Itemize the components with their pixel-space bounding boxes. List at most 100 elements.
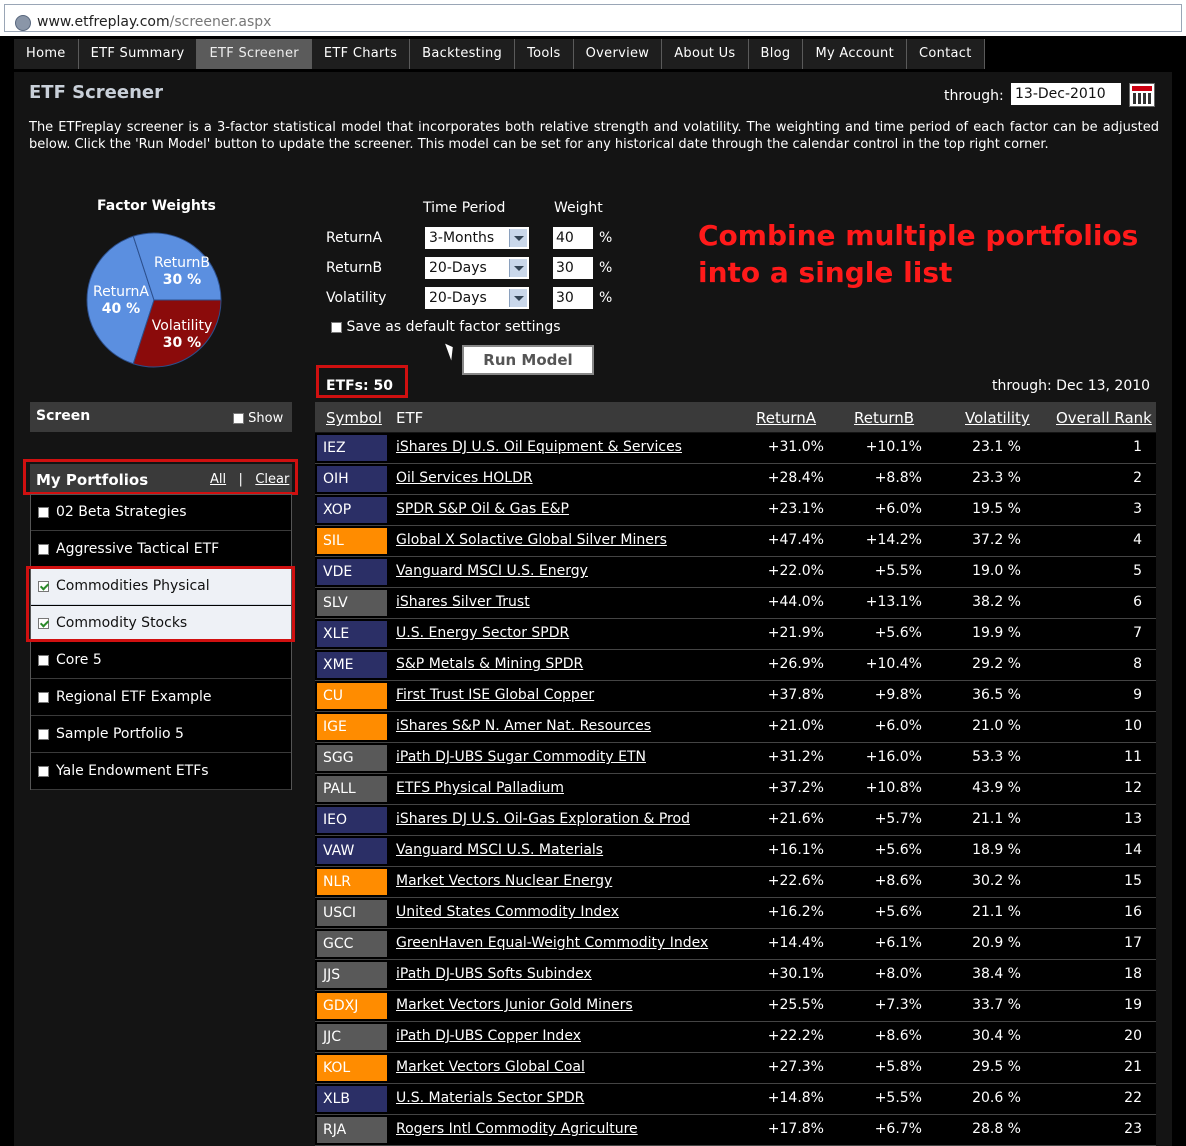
screen-show-option[interactable]: Show: [233, 411, 283, 426]
weight-input-returnA[interactable]: 40: [553, 227, 593, 249]
etf-symbol[interactable]: GDXJ: [317, 993, 387, 1019]
period-select-returnA[interactable]: 3-Months: [425, 227, 529, 249]
etf-name-link[interactable]: ETFS Physical Palladium: [396, 780, 564, 796]
table-row: IGE iShares S&P N. Amer Nat. Resources +21…: [315, 712, 1156, 743]
etf-name-link[interactable]: Vanguard MSCI U.S. Energy: [396, 563, 588, 579]
etf-name-link[interactable]: First Trust ISE Global Copper: [396, 687, 594, 703]
period-select-returnB[interactable]: 20-Days: [425, 257, 529, 279]
nav-item-my-account[interactable]: My Account: [803, 39, 907, 69]
portfolio-item[interactable]: 02 Beta Strategies: [31, 495, 291, 531]
nav-item-contact[interactable]: Contact: [906, 39, 985, 69]
table-row: RJA Rogers Intl Commodity Agriculture +17.…: [315, 1115, 1156, 1146]
etf-name-link[interactable]: iPath DJ-UBS Sugar Commodity ETN: [396, 749, 646, 765]
etf-name-link[interactable]: iShares DJ U.S. Oil Equipment & Services: [396, 439, 682, 455]
weight-input-returnB[interactable]: 30: [553, 257, 593, 279]
portfolio-item[interactable]: Aggressive Tactical ETF: [31, 532, 291, 568]
nav-item-etf-screener[interactable]: ETF Screener: [197, 39, 312, 69]
date-input[interactable]: 13-Dec-2010: [1011, 83, 1121, 105]
returnA-value: +37.8%: [767, 687, 824, 703]
portfolio-item[interactable]: Core 5: [31, 643, 291, 679]
etf-symbol[interactable]: VDE: [317, 559, 387, 585]
col-returnB[interactable]: ReturnB: [854, 409, 914, 427]
run-model-button[interactable]: Run Model: [462, 345, 594, 375]
etf-symbol[interactable]: XOP: [317, 497, 387, 523]
etf-symbol[interactable]: RJA: [317, 1117, 387, 1143]
returnA-value: +28.4%: [767, 470, 824, 486]
nav-item-etf-summary[interactable]: ETF Summary: [78, 39, 198, 69]
nav-item-backtesting[interactable]: Backtesting: [410, 39, 516, 69]
etf-name-link[interactable]: United States Commodity Index: [396, 904, 619, 920]
etf-name-link[interactable]: U.S. Energy Sector SPDR: [396, 625, 569, 641]
etf-symbol[interactable]: IEZ: [317, 435, 387, 461]
etf-symbol[interactable]: GCC: [317, 931, 387, 957]
table-row: XME S&P Metals & Mining SPDR +26.9% +10.4% 2…: [315, 650, 1156, 681]
etf-name-link[interactable]: U.S. Materials Sector SPDR: [396, 1090, 584, 1106]
etf-symbol[interactable]: VAW: [317, 838, 387, 864]
portfolio-item[interactable]: Yale Endowment ETFs: [31, 754, 291, 790]
portfolio-checkbox[interactable]: [38, 692, 49, 703]
etf-symbol[interactable]: NLR: [317, 869, 387, 895]
etf-name-link[interactable]: iPath DJ-UBS Softs Subindex: [396, 966, 592, 982]
period-select-volatility[interactable]: 20-Days: [425, 287, 529, 309]
pct-unit: %: [599, 260, 613, 276]
save-default-checkbox[interactable]: [331, 321, 342, 333]
col-symbol[interactable]: Symbol: [326, 409, 382, 427]
portfolio-checkbox[interactable]: [38, 507, 49, 518]
etf-symbol[interactable]: SLV: [317, 590, 387, 616]
etf-name-link[interactable]: iShares DJ U.S. Oil-Gas Exploration & Pr…: [396, 811, 690, 827]
etf-name-link[interactable]: Rogers Intl Commodity Agriculture: [396, 1121, 638, 1137]
portfolio-checkbox[interactable]: [38, 655, 49, 666]
etf-name-link[interactable]: iShares S&P N. Amer Nat. Resources: [396, 718, 651, 734]
etf-name-link[interactable]: Global X Solactive Global Silver Miners: [396, 532, 667, 548]
etf-symbol[interactable]: PALL: [317, 776, 387, 802]
url-field[interactable]: www.etfreplay.com/screener.aspx: [4, 4, 1182, 32]
portfolio-item[interactable]: Regional ETF Example: [31, 680, 291, 716]
returnB-value: +14.2%: [865, 532, 922, 548]
nav-item-blog[interactable]: Blog: [748, 39, 804, 69]
rank-value: 1: [1133, 439, 1142, 455]
browser-address-bar: www.etfreplay.com/screener.aspx: [0, 0, 1186, 36]
returnB-value: +13.1%: [865, 594, 922, 610]
nav-item-home[interactable]: Home: [14, 39, 79, 69]
portfolio-checkbox[interactable]: [38, 544, 49, 555]
etf-name-link[interactable]: Market Vectors Nuclear Energy: [396, 873, 612, 889]
etf-symbol[interactable]: SGG: [317, 745, 387, 771]
etf-name-link[interactable]: GreenHaven Equal-Weight Commodity Index: [396, 935, 708, 951]
etf-name-link[interactable]: SPDR S&P Oil & Gas E&P: [396, 501, 569, 517]
etf-symbol[interactable]: XLB: [317, 1086, 387, 1112]
nav-item-etf-charts[interactable]: ETF Charts: [311, 39, 411, 69]
etf-symbol[interactable]: SIL: [317, 528, 387, 554]
portfolio-checkbox[interactable]: [38, 766, 49, 777]
etf-symbol[interactable]: IEO: [317, 807, 387, 833]
nav-item-tools[interactable]: Tools: [515, 39, 574, 69]
save-default-option[interactable]: Save as default factor settings: [331, 319, 561, 335]
weight-input-volatility[interactable]: 30: [553, 287, 593, 309]
etf-symbol[interactable]: JJS: [317, 962, 387, 988]
etf-name-link[interactable]: Market Vectors Global Coal: [396, 1059, 585, 1075]
etf-symbol[interactable]: IGE: [317, 714, 387, 740]
nav-item-about-us[interactable]: About Us: [662, 39, 749, 69]
etf-name-link[interactable]: Oil Services HOLDR: [396, 470, 533, 486]
show-checkbox[interactable]: [233, 413, 244, 424]
etf-symbol[interactable]: CU: [317, 683, 387, 709]
etf-name-link[interactable]: S&P Metals & Mining SPDR: [396, 656, 583, 672]
col-volatility[interactable]: Volatility: [965, 409, 1030, 427]
etf-name-link[interactable]: Vanguard MSCI U.S. Materials: [396, 842, 603, 858]
col-returnA[interactable]: ReturnA: [756, 409, 816, 427]
etf-name-link[interactable]: Market Vectors Junior Gold Miners: [396, 997, 633, 1013]
calendar-icon[interactable]: [1129, 83, 1155, 107]
portfolio-item[interactable]: Sample Portfolio 5: [31, 717, 291, 753]
etf-symbol[interactable]: KOL: [317, 1055, 387, 1081]
etf-symbol[interactable]: USCI: [317, 900, 387, 926]
col-overall-rank[interactable]: Overall Rank: [1056, 409, 1152, 427]
portfolio-checkbox[interactable]: [38, 729, 49, 740]
etf-symbol[interactable]: XME: [317, 652, 387, 678]
returnB-value: +6.0%: [874, 501, 922, 517]
etf-name-link[interactable]: iPath DJ-UBS Copper Index: [396, 1028, 581, 1044]
nav-item-overview[interactable]: Overview: [573, 39, 663, 69]
etf-symbol[interactable]: JJC: [317, 1024, 387, 1050]
etf-symbol[interactable]: OIH: [317, 466, 387, 492]
etf-name-link[interactable]: iShares Silver Trust: [396, 594, 530, 610]
returnB-value: +5.5%: [874, 563, 922, 579]
etf-symbol[interactable]: XLE: [317, 621, 387, 647]
